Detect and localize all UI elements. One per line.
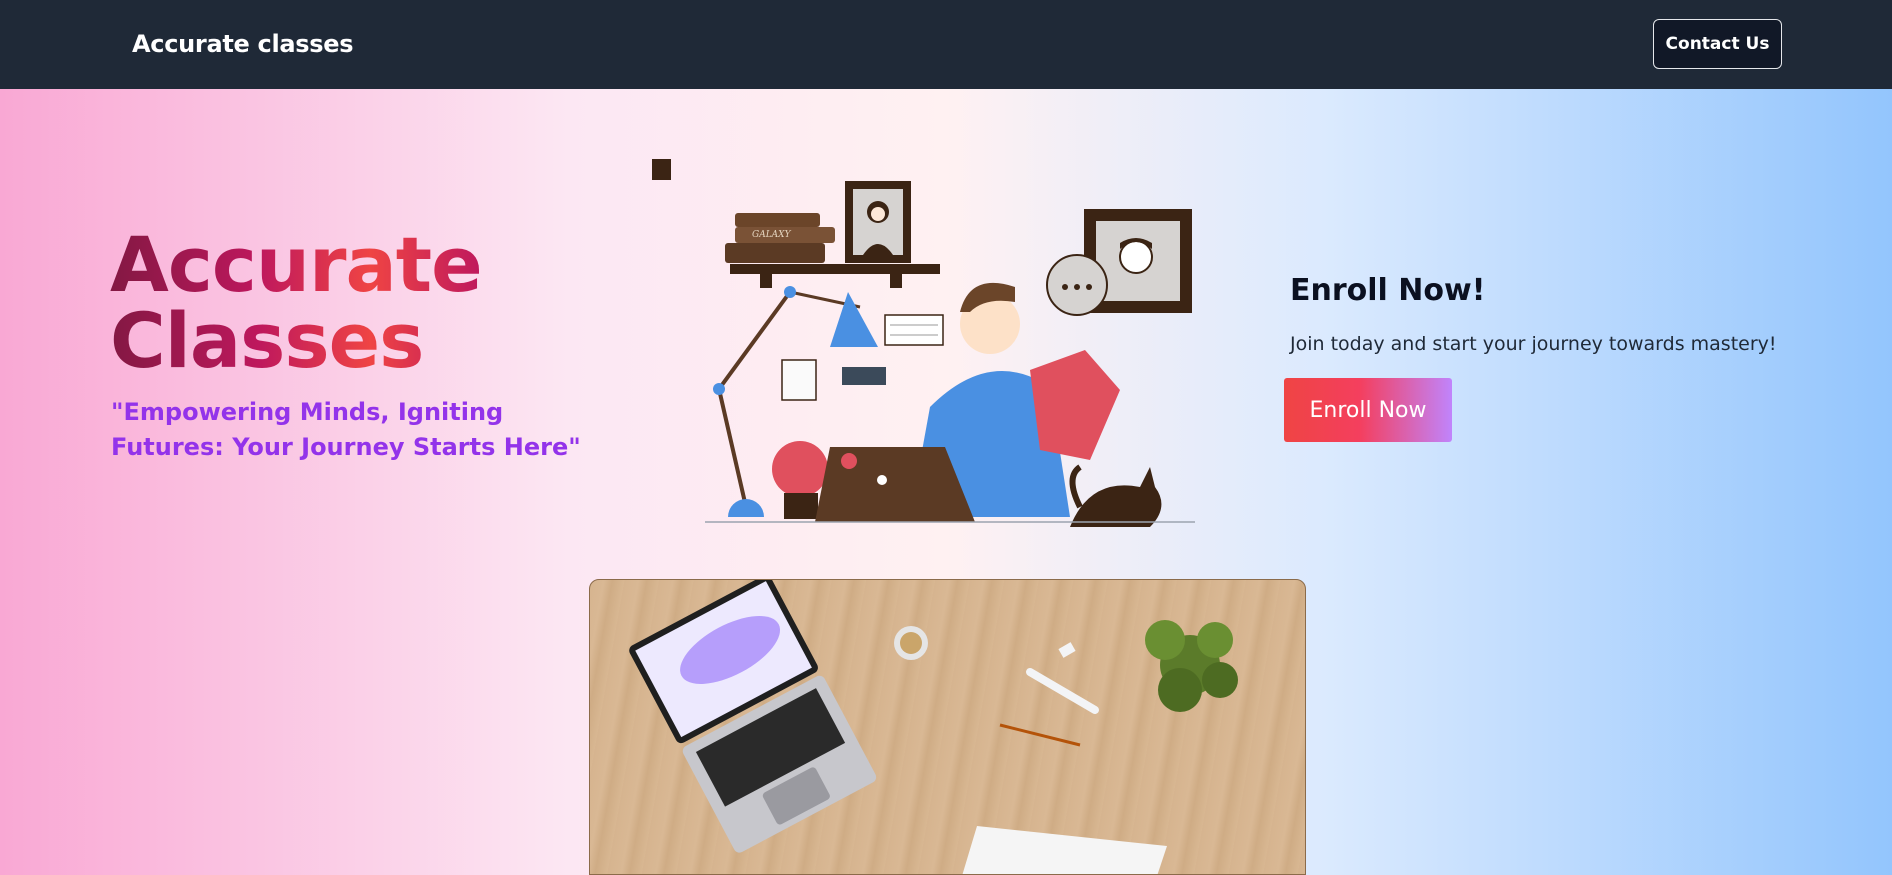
book-label: GALAXY	[752, 230, 792, 240]
cactus-icon	[772, 441, 828, 497]
enroll-now-button[interactable]: Enroll Now	[1284, 378, 1452, 442]
books-icon	[725, 243, 825, 263]
shelf	[730, 264, 940, 274]
note-icon	[781, 359, 817, 401]
hero-title-line2: Classes	[110, 296, 424, 385]
contact-us-button[interactable]: Contact Us	[1653, 19, 1782, 69]
paper-sheet	[962, 826, 1167, 874]
student-studying-illustration: GALAXY	[705, 181, 1195, 527]
chair-icon	[1030, 350, 1120, 460]
brand-logo-text[interactable]: Accurate classes	[132, 30, 354, 58]
pencil-icon	[999, 723, 1081, 747]
hero-title: Accurate Classes	[110, 227, 482, 379]
hero-tagline: "Empowering Minds, Igniting Futures: You…	[111, 398, 581, 461]
enroll-heading: Enroll Now!	[1290, 273, 1486, 308]
calendar-icon	[884, 314, 944, 346]
desk-photo	[589, 579, 1306, 875]
cat-icon	[1070, 467, 1162, 527]
enroll-description: Join today and start your journey toward…	[1290, 333, 1777, 355]
sticky-note-icon	[842, 367, 886, 385]
laptop-photo-icon	[629, 580, 877, 853]
hero-title-line1: Accurate	[110, 220, 482, 309]
desk-lamp-icon	[717, 290, 792, 391]
plant-icon	[1145, 620, 1238, 712]
navbar: Accurate classes Contact Us	[0, 0, 1892, 89]
marker-icon	[1026, 668, 1099, 714]
desk-scene	[629, 580, 1238, 874]
